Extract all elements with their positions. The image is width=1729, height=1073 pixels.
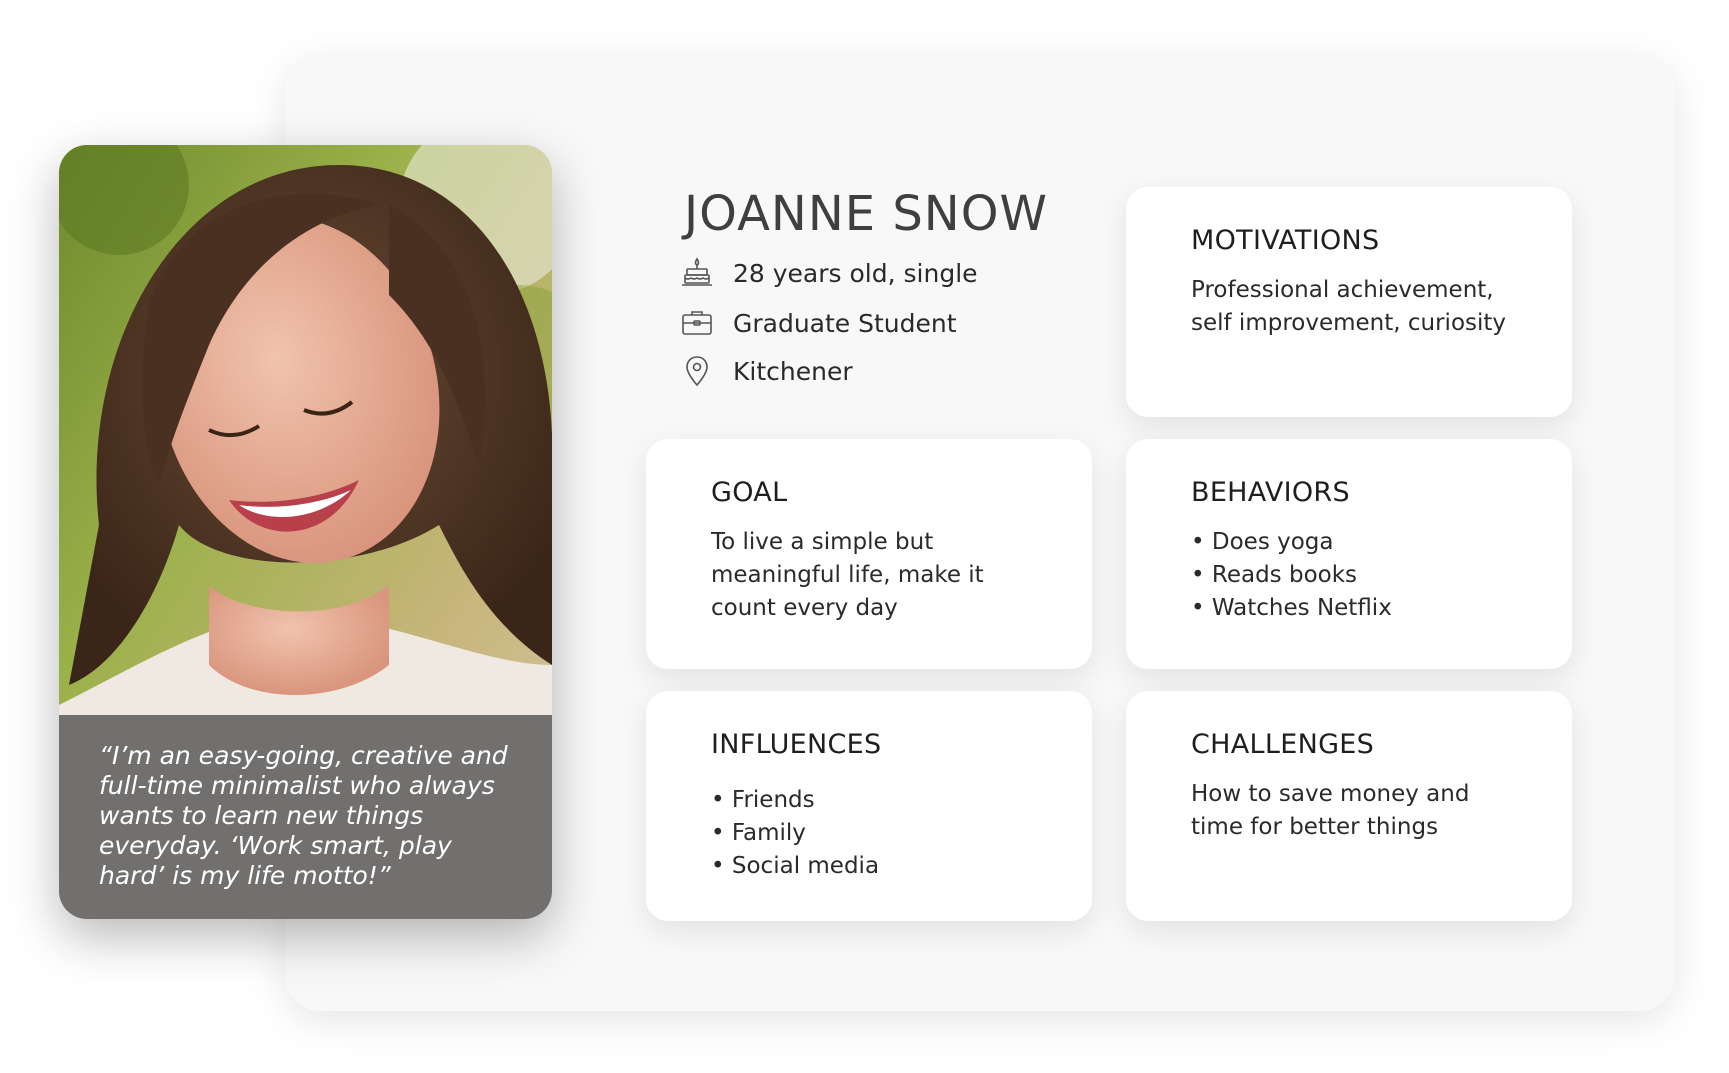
quote-box: “I’m an easy-going, creative and full-ti… [59, 715, 552, 919]
goal-body: To live a simple but meaningful life, ma… [711, 529, 984, 621]
motivations-body: Professional achievement, self improveme… [1191, 277, 1507, 336]
influences-title: INFLUENCES [711, 729, 882, 760]
behaviors-item: Reads books [1191, 559, 1572, 592]
influences-item: Family [711, 817, 1092, 850]
behaviors-card: BEHAVIORS Does yoga Reads books Watches … [1126, 439, 1572, 669]
age-row: 28 years old, single [680, 253, 978, 293]
challenges-body: How to save money and time for better th… [1191, 781, 1470, 840]
briefcase-icon [682, 311, 712, 335]
motivations-card: MOTIVATIONS Professional achievement, se… [1126, 187, 1572, 417]
location-row: Kitchener [680, 351, 853, 391]
behaviors-item: Watches Netflix [1191, 592, 1572, 625]
birthday-cake-icon [682, 257, 712, 286]
influences-card: INFLUENCES Friends Family Social media [646, 691, 1092, 921]
challenges-card: CHALLENGES How to save money and time fo… [1126, 691, 1572, 921]
goal-title: GOAL [711, 477, 788, 508]
age-text: 28 years old, single [733, 258, 978, 288]
challenges-title: CHALLENGES [1191, 729, 1375, 760]
persona-page: “I’m an easy-going, creative and full-ti… [0, 0, 1729, 1073]
behaviors-list: Does yoga Reads books Watches Netflix [1191, 526, 1572, 625]
behaviors-item: Does yoga [1191, 526, 1572, 559]
location-text: Kitchener [733, 356, 853, 386]
occupation-text: Graduate Student [733, 308, 957, 338]
influences-item: Social media [711, 850, 1092, 883]
occupation-row: Graduate Student [680, 303, 957, 343]
goal-card: GOAL To live a simple but meaningful lif… [646, 439, 1092, 669]
influences-item: Friends [711, 784, 1092, 817]
behaviors-title: BEHAVIORS [1191, 477, 1350, 508]
influences-list: Friends Family Social media [711, 784, 1092, 883]
persona-name: JOANNE SNOW [684, 186, 1048, 242]
map-pin-icon [686, 356, 708, 387]
persona-photo-card: “I’m an easy-going, creative and full-ti… [59, 145, 552, 919]
persona-quote: “I’m an easy-going, creative and full-ti… [99, 741, 508, 890]
motivations-title: MOTIVATIONS [1191, 225, 1380, 256]
